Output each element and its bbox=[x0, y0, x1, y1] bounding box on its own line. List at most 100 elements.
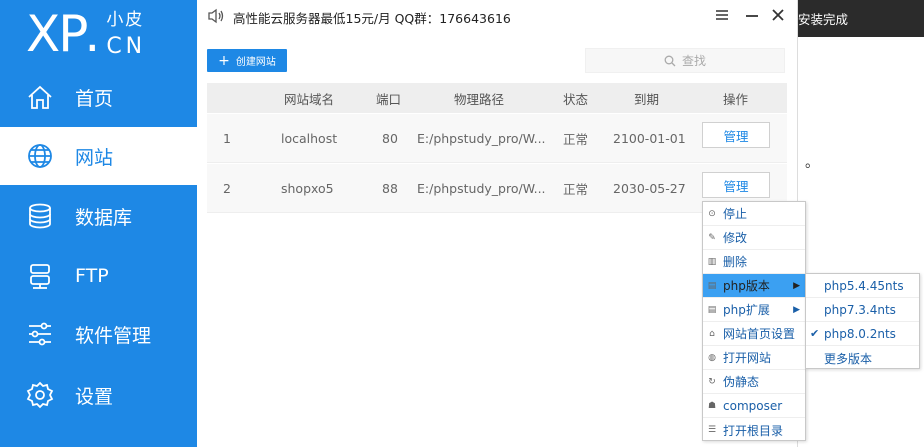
menu-item-edit[interactable]: ✎ 修改 bbox=[703, 226, 805, 250]
logo: XP . 小皮 CN bbox=[26, 4, 146, 66]
speaker-icon bbox=[207, 7, 225, 29]
composer-icon: ☗ bbox=[707, 400, 717, 411]
row-divider bbox=[207, 162, 787, 163]
sidebar-item-ftp[interactable]: FTP bbox=[0, 247, 197, 305]
create-website-label: 创建网站 bbox=[235, 57, 276, 68]
submenu-item-php54[interactable]: php5.4.45nts bbox=[806, 274, 919, 298]
menu-item-label: 打开网站 bbox=[723, 351, 772, 365]
sidebar-item-website[interactable]: 网站 bbox=[0, 127, 197, 185]
table-row: 1 localhost 80 E:/phpstudy_pro/W... 正常 2… bbox=[207, 114, 787, 162]
edit-icon: ✎ bbox=[708, 232, 716, 243]
submenu-item-label: 更多版本 bbox=[824, 351, 873, 366]
row-domain: shopxo5 bbox=[281, 180, 334, 196]
menu-item-label: 打开根目录 bbox=[723, 423, 784, 438]
sidebar-item-label: 数据库 bbox=[75, 206, 133, 229]
menu-item-label: 停止 bbox=[723, 207, 748, 221]
manage-button[interactable]: 管理 bbox=[702, 122, 770, 148]
row-port: 88 bbox=[382, 180, 398, 196]
row-path: E:/phpstudy_pro/W... bbox=[417, 130, 546, 146]
row-index: 1 bbox=[223, 130, 231, 146]
app-root: XP . 小皮 CN 首页 网站 数据库 FTP 软件管理 设置 高性能云服务器… bbox=[0, 0, 924, 447]
checkmark-icon: ✔ bbox=[810, 327, 820, 340]
sidebar-item-label: FTP bbox=[75, 265, 109, 287]
menu-icon[interactable] bbox=[713, 6, 731, 24]
sidebar-item-database[interactable]: 数据库 bbox=[0, 187, 197, 245]
file-icon: ▤ bbox=[707, 280, 717, 291]
extension-icon: ▤ bbox=[707, 304, 717, 315]
column-header-port: 端口 bbox=[376, 91, 402, 107]
row-expire: 2100-01-01 bbox=[613, 130, 686, 146]
notice-text: 高性能云服务器最低15元/月 QQ群：176643616 bbox=[233, 11, 511, 26]
logo-xp: XP bbox=[26, 5, 88, 63]
column-header-path: 物理路径 bbox=[454, 91, 505, 107]
table-header: 网站域名 端口 物理路径 状态 到期 操作 bbox=[207, 83, 787, 113]
database-icon bbox=[25, 201, 55, 231]
logo-bottom: CN bbox=[106, 34, 147, 59]
menu-item-label: 修改 bbox=[723, 231, 748, 245]
php-version-submenu: php5.4.45nts php7.3.4nts ✔ php8.0.2nts 更… bbox=[805, 273, 920, 369]
create-website-button[interactable]: + 创建网站 bbox=[207, 49, 287, 72]
menu-item-rewrite[interactable]: ↻ 伪静态 bbox=[703, 370, 805, 394]
row-index: 2 bbox=[223, 180, 231, 196]
plus-icon: + bbox=[218, 52, 230, 69]
home-icon bbox=[25, 82, 55, 112]
sidebar: XP . 小皮 CN 首页 网站 数据库 FTP 软件管理 设置 bbox=[0, 0, 197, 447]
browser-icon: ◍ bbox=[708, 352, 716, 363]
close-icon[interactable] bbox=[769, 6, 787, 24]
submenu-item-php73[interactable]: php7.3.4nts bbox=[806, 298, 919, 322]
refresh-icon: ↻ bbox=[708, 376, 716, 387]
background-title-bar: 安装完成 bbox=[798, 0, 924, 37]
folder-list-icon: ☰ bbox=[707, 425, 717, 435]
sliders-icon bbox=[25, 319, 55, 349]
sidebar-item-settings[interactable]: 设置 bbox=[0, 366, 197, 424]
search-placeholder: 查找 bbox=[681, 54, 706, 68]
sidebar-item-software[interactable]: 软件管理 bbox=[0, 305, 197, 363]
search-icon bbox=[664, 55, 676, 66]
sidebar-item-label: 软件管理 bbox=[75, 324, 152, 347]
submenu-item-more-versions[interactable]: 更多版本 bbox=[806, 346, 919, 370]
search-input[interactable]: 查找 bbox=[585, 48, 785, 73]
install-complete-text: 安装完成 bbox=[798, 12, 849, 27]
gear-icon bbox=[25, 380, 55, 410]
submenu-arrow-icon: ▶ bbox=[793, 280, 800, 291]
row-divider bbox=[207, 212, 787, 213]
table-row: 2 shopxo5 88 E:/phpstudy_pro/W... 正常 203… bbox=[207, 164, 787, 212]
submenu-item-label: php7.3.4nts bbox=[824, 302, 896, 317]
home-small-icon: ⌂ bbox=[709, 328, 715, 339]
column-header-action: 操作 bbox=[723, 91, 749, 107]
menu-item-label: composer bbox=[723, 398, 783, 413]
menu-item-label: php版本 bbox=[723, 279, 770, 293]
sidebar-item-label: 设置 bbox=[75, 385, 114, 408]
row-port: 80 bbox=[382, 130, 398, 146]
manage-button[interactable]: 管理 bbox=[702, 172, 770, 198]
menu-item-open-root[interactable]: ☰ 打开根目录 bbox=[703, 418, 805, 442]
menu-item-label: 伪静态 bbox=[723, 375, 760, 389]
submenu-item-label: php8.0.2nts bbox=[824, 326, 896, 341]
sidebar-item-label: 网站 bbox=[75, 146, 114, 169]
menu-item-php-extension[interactable]: ▤ php扩展 ▶ bbox=[703, 298, 805, 322]
row-domain: localhost bbox=[281, 130, 338, 146]
column-header-status: 状态 bbox=[563, 91, 589, 107]
logo-text: 小皮 CN bbox=[106, 10, 146, 60]
menu-item-label: 网站首页设置 bbox=[723, 327, 796, 341]
menu-item-composer[interactable]: ☗ composer bbox=[703, 394, 805, 418]
minimize-icon[interactable] bbox=[743, 6, 761, 24]
trash-icon: ▥ bbox=[707, 256, 717, 267]
sidebar-item-label: 首页 bbox=[75, 87, 114, 110]
logo-dot: . bbox=[84, 5, 101, 63]
row-status: 正常 bbox=[563, 181, 589, 197]
row-path: E:/phpstudy_pro/W... bbox=[417, 180, 546, 196]
menu-item-stop[interactable]: ⊙ 停止 bbox=[703, 202, 805, 226]
server-icon bbox=[25, 261, 55, 291]
menu-item-open-website[interactable]: ◍ 打开网站 bbox=[703, 346, 805, 370]
submenu-item-label: php5.4.45nts bbox=[824, 278, 904, 293]
submenu-item-php80[interactable]: ✔ php8.0.2nts bbox=[806, 322, 919, 346]
menu-item-php-version[interactable]: ▤ php版本 ▶ bbox=[703, 274, 805, 298]
top-bar: 高性能云服务器最低15元/月 QQ群：176643616 bbox=[197, 0, 797, 32]
row-status: 正常 bbox=[563, 131, 589, 147]
menu-item-homepage-settings[interactable]: ⌂ 网站首页设置 bbox=[703, 322, 805, 346]
sidebar-item-home[interactable]: 首页 bbox=[0, 68, 197, 126]
menu-item-delete[interactable]: ▥ 删除 bbox=[703, 250, 805, 274]
column-header-domain: 网站域名 bbox=[284, 91, 335, 107]
column-header-expire: 到期 bbox=[634, 91, 660, 107]
